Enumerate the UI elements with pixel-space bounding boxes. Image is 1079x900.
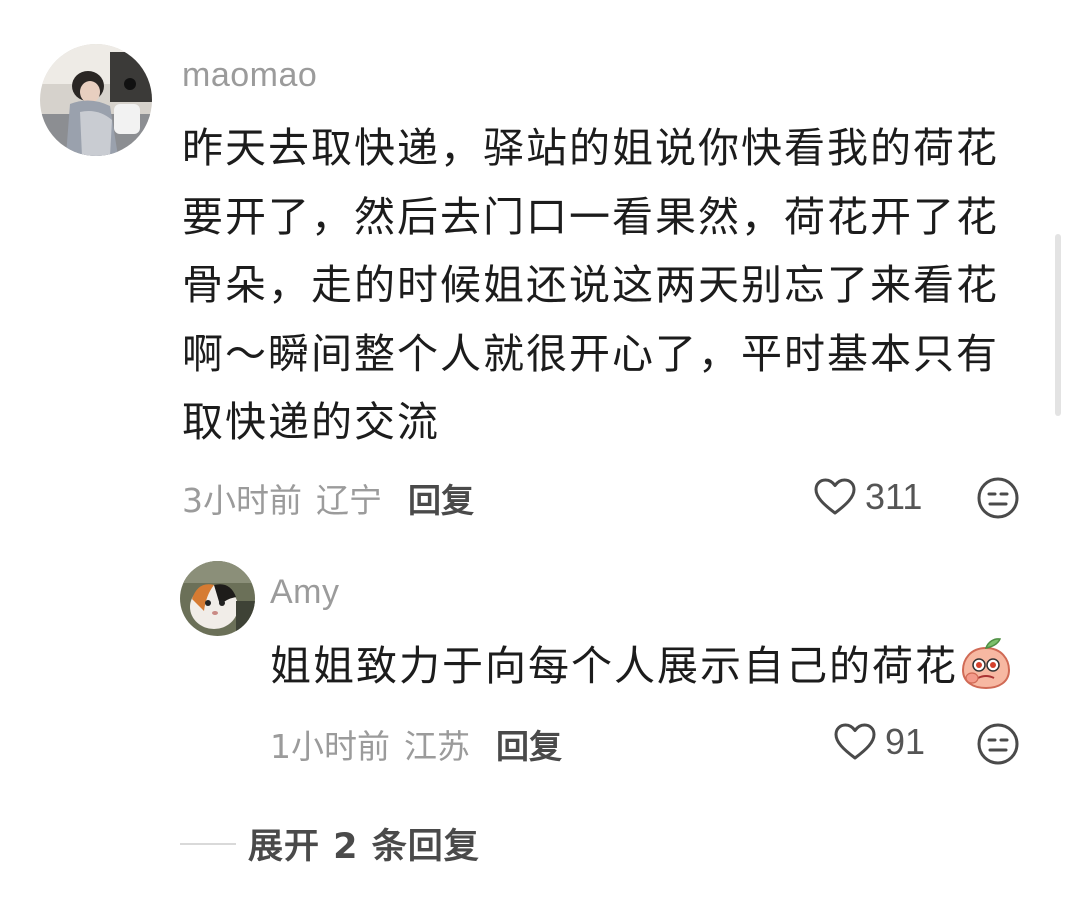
heart-outline-icon — [834, 723, 876, 760]
reply-username[interactable]: Amy — [270, 573, 340, 612]
dislike-face-icon[interactable] — [976, 476, 1020, 520]
like-button[interactable]: 311 — [813, 476, 922, 518]
divider-line — [180, 842, 236, 845]
user-avatar-maomao[interactable] — [40, 44, 152, 156]
expand-replies-label: 展开 2 条回复 — [248, 827, 480, 867]
reply-timestamp: 1小时前 — [270, 727, 390, 766]
comment-meta: 3小时前 辽宁 回复 — [182, 474, 474, 522]
heart-outline-icon — [814, 478, 856, 515]
comment-text: 昨天去取快递，驿站的姐说你快看我的荷花 要开了，然后去门口一看果然，荷花开了花 … — [182, 124, 999, 446]
reply-button[interactable]: 回复 — [408, 474, 474, 522]
reply-like-button[interactable]: 91 — [833, 721, 925, 763]
avatar-photo-icon — [40, 44, 152, 156]
reply-meta: 1小时前 江苏 回复 — [270, 720, 562, 768]
scrollbar[interactable] — [1055, 234, 1061, 416]
reply-to-reply-button[interactable]: 回复 — [496, 720, 562, 768]
comment-timestamp: 3小时前 — [182, 481, 302, 520]
expand-replies-button[interactable]: 展开 2 条回复 — [180, 818, 480, 869]
reply-text: 姐姐致力于向每个人展示自己的荷花 — [270, 642, 958, 690]
reply-region: 江苏 — [404, 727, 470, 766]
user-avatar-amy[interactable] — [180, 561, 255, 636]
comment-region: 辽宁 — [316, 481, 382, 520]
peach-sticker-icon — [961, 638, 1011, 690]
comment-username[interactable]: maomao — [182, 56, 317, 95]
dislike-face-icon[interactable] — [976, 722, 1020, 766]
like-count: 311 — [865, 476, 923, 517]
cat-avatar-icon — [180, 561, 255, 636]
reply-text-row: 姐姐致力于向每个人展示自己的荷花 — [270, 632, 1050, 701]
reply-like-count: 91 — [885, 721, 926, 762]
